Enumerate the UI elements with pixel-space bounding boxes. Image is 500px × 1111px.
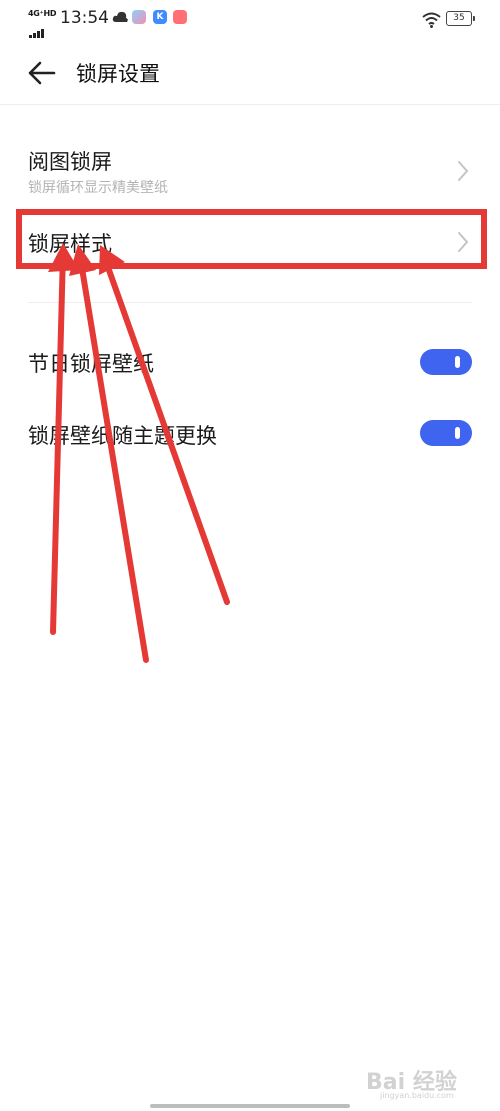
toggle-row-holiday-wallpaper: 节日锁屏壁纸 (0, 336, 500, 388)
header-divider (0, 104, 500, 105)
toggle-label: 节日锁屏壁纸 (28, 352, 154, 376)
status-bar: 4G⁺HD 13:54 K 35 (0, 0, 500, 40)
baidu-jingyan-watermark: Bai 经验 jingyan.baidu.com (358, 1062, 478, 1100)
app-notification-icon (132, 10, 146, 24)
cloud-icon (112, 11, 128, 22)
holiday-wallpaper-toggle[interactable] (420, 349, 472, 375)
settings-item-subtitle: 锁屏循环显示精美壁纸 (28, 180, 168, 196)
page-header: 锁屏设置 (0, 40, 500, 104)
battery-indicator: 35 (446, 11, 475, 26)
signal-bars-icon (29, 19, 45, 38)
home-indicator[interactable] (150, 1104, 350, 1108)
status-time: 13:54 (60, 8, 109, 28)
signal-indicator: 4G⁺HD (28, 9, 57, 38)
section-divider (28, 302, 472, 303)
toggle-label: 锁屏壁纸随主题更换 (28, 424, 217, 448)
app-k-icon: K (153, 10, 167, 24)
theme-wallpaper-toggle[interactable] (420, 420, 472, 446)
network-type: 4G⁺HD (28, 9, 57, 18)
settings-item-gallery-lockscreen[interactable]: 阅图锁屏 锁屏循环显示精美壁纸 (0, 130, 500, 206)
page-title: 锁屏设置 (76, 62, 160, 86)
watermark-url: jingyan.baidu.com (380, 1091, 454, 1100)
back-arrow-icon[interactable] (24, 58, 58, 88)
annotation-highlight-box (16, 209, 487, 269)
wifi-icon (422, 12, 441, 28)
chevron-right-icon (458, 161, 469, 181)
toggle-row-theme-wallpaper: 锁屏壁纸随主题更换 (0, 408, 500, 460)
settings-item-title: 阅图锁屏 (28, 150, 112, 174)
app-notification-icon-2 (173, 10, 187, 24)
toggle-knob (455, 356, 460, 368)
toggle-knob (455, 427, 460, 439)
